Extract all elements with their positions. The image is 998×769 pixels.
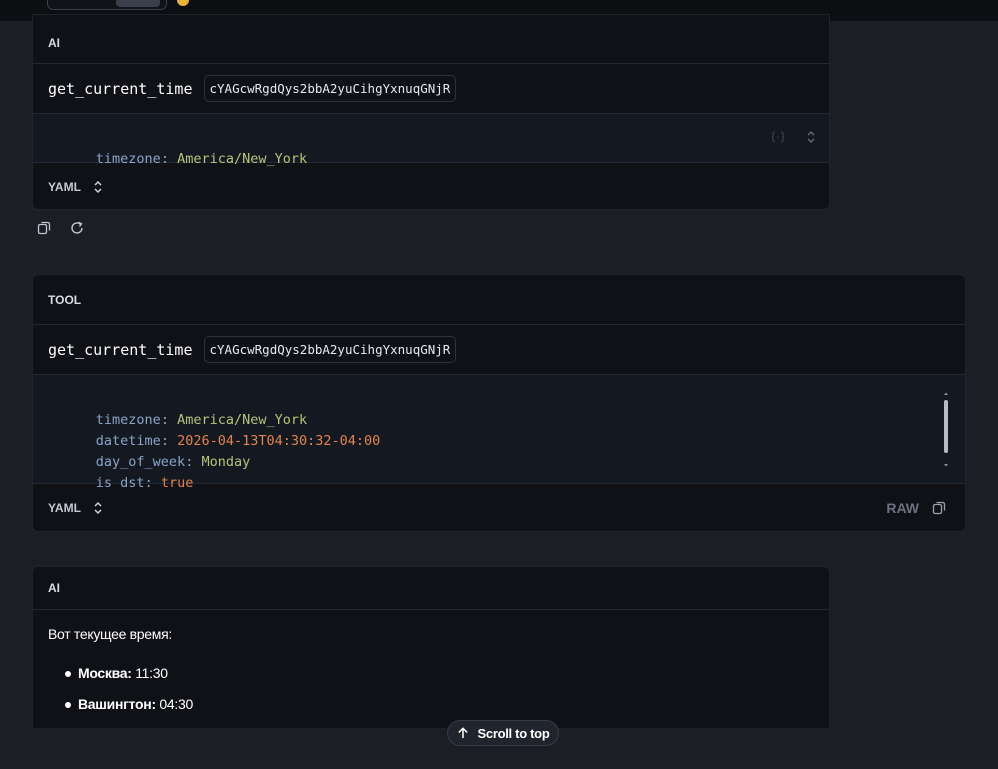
- arg-key: timezone: [95, 150, 161, 167]
- message-role-label: TOOL: [33, 275, 965, 325]
- ai-tool-call-card: AI get_current_time cYAGcwRgdQys2bbA2yuC…: [32, 14, 830, 210]
- bullet: [65, 671, 71, 677]
- format-toggle-row: YAML RAW: [33, 484, 965, 531]
- message-body: Вот текущее время: Москва: 11:30 Вашингт…: [33, 610, 829, 716]
- tool-call-row: get_current_time cYAGcwRgdQys2bbA2yuCihg…: [33, 64, 829, 114]
- bullet: [65, 702, 71, 708]
- city-label: Москва:: [78, 665, 132, 681]
- list-item: Вашингтон: 04:30: [48, 696, 814, 716]
- time-value: 11:30: [135, 665, 168, 681]
- result-line: timezone: America/New_York: [95, 412, 308, 428]
- message-intro: Вот текущее время:: [48, 626, 172, 642]
- copy-icon[interactable]: [929, 498, 949, 518]
- regenerate-icon[interactable]: [67, 218, 87, 238]
- function-name: get_current_time: [48, 340, 193, 359]
- format-label: YAML: [48, 501, 81, 515]
- format-chevron-icon[interactable]: [93, 179, 103, 195]
- message-role-label: AI: [33, 15, 829, 64]
- function-name: get_current_time: [48, 79, 193, 98]
- result-value: Monday: [201, 454, 251, 470]
- arguments-code: timezone: America/New_York: [33, 114, 829, 167]
- scroll-to-top-button[interactable]: Scroll to top: [447, 720, 559, 746]
- scroll-to-top-label: Scroll to top: [477, 725, 550, 741]
- city-label: Вашингтон:: [78, 696, 156, 712]
- list-item: Москва: 11:30: [48, 665, 814, 685]
- tool-result-card: TOOL get_current_time cYAGcwRgdQys2bbA2y…: [32, 274, 966, 532]
- result-value: America/New_York: [177, 412, 308, 428]
- tool-call-row: get_current_time cYAGcwRgdQys2bbA2yuCihg…: [33, 325, 965, 375]
- result-key: timezone: [95, 412, 161, 428]
- raw-toggle-button[interactable]: RAW: [886, 500, 919, 516]
- copy-icon[interactable]: [34, 218, 54, 238]
- message-role-label: AI: [33, 567, 829, 610]
- result-key: day_of_week: [95, 454, 186, 470]
- status-dot: [177, 0, 189, 6]
- result-value: 2026-04-13T04:30:32-04:00: [177, 433, 381, 449]
- json-braces-icon[interactable]: [768, 127, 788, 147]
- time-value: 04:30: [159, 696, 193, 712]
- result-key: datetime: [95, 433, 161, 449]
- format-toggle-row: YAML: [33, 163, 829, 209]
- model-selector-chip[interactable]: [116, 0, 160, 7]
- tool-call-id: cYAGcwRgdQys2bbA2yuCihgYxnuqGNjR: [203, 75, 457, 102]
- arg-value: America/New_York: [177, 150, 308, 167]
- tool-call-id: cYAGcwRgdQys2bbA2yuCihgYxnuqGNjR: [203, 336, 457, 363]
- arrow-up-icon: [457, 727, 468, 738]
- format-chevron-icon[interactable]: [93, 500, 103, 516]
- code-scrollbar[interactable]: [943, 389, 949, 471]
- model-selector[interactable]: [47, 0, 167, 10]
- expand-collapse-icon[interactable]: [801, 127, 821, 147]
- result-code: timezone: America/New_York datetime: 202…: [33, 375, 965, 491]
